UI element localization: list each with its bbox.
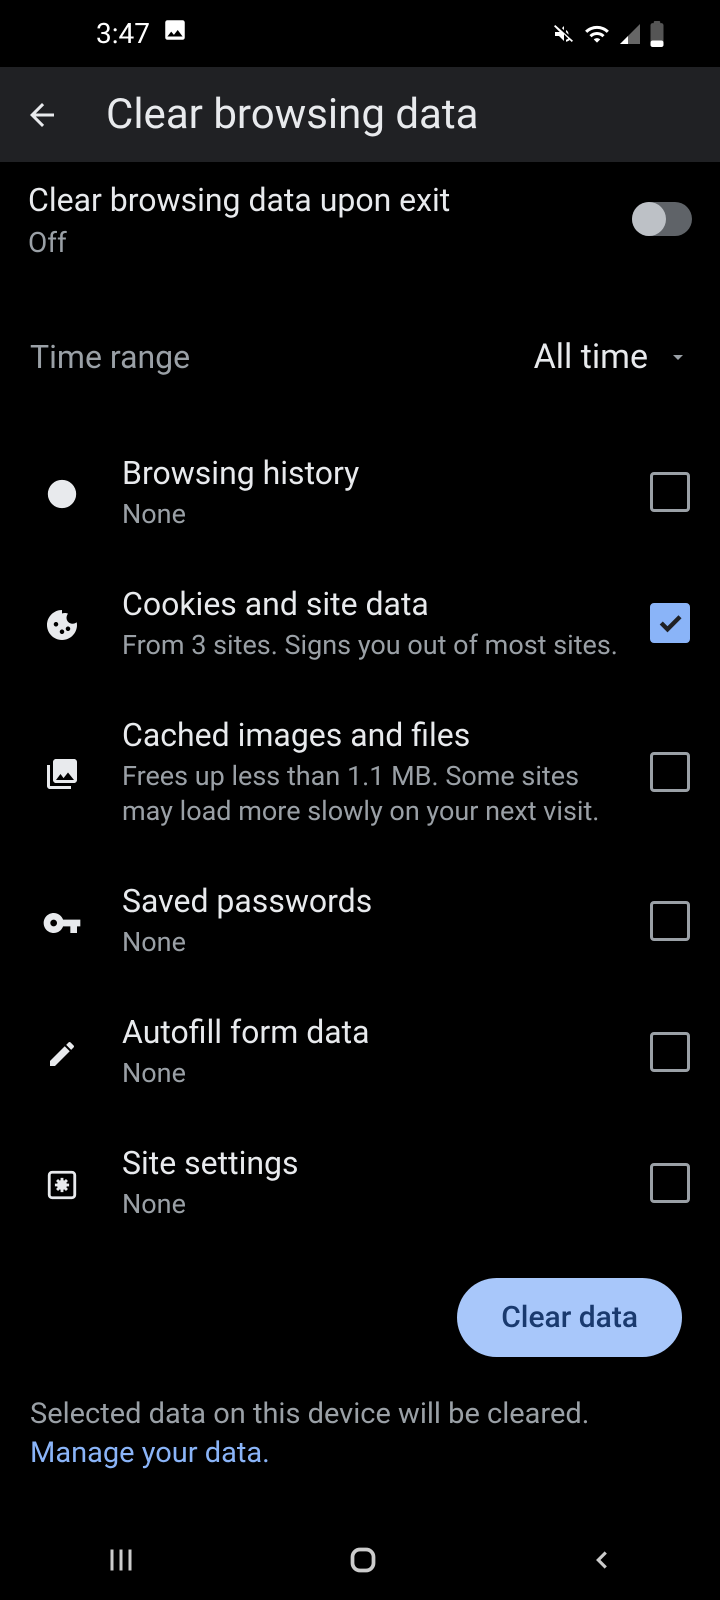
back-button[interactable] [18, 91, 66, 139]
pencil-icon [28, 1034, 96, 1070]
item-title: Cached images and files [122, 715, 630, 755]
item-checkbox[interactable] [650, 1032, 690, 1072]
clear-data-button[interactable]: Clear data [457, 1278, 682, 1357]
item-subtitle: From 3 sites. Signs you out of most site… [122, 628, 630, 663]
footer-text: Selected data on this device will be cle… [0, 1367, 720, 1483]
item-subtitle: None [122, 497, 630, 532]
clear-on-exit-row[interactable]: Clear browsing data upon exit Off [0, 162, 720, 277]
item-checkbox[interactable] [650, 901, 690, 941]
item-site-settings[interactable]: Site settings None [0, 1117, 720, 1248]
wifi-icon [584, 21, 610, 47]
item-autofill[interactable]: Autofill form data None [0, 986, 720, 1117]
time-range-label: Time range [30, 338, 534, 376]
action-row: Clear data [0, 1248, 720, 1367]
item-checkbox[interactable] [650, 603, 690, 643]
status-time: 3:47 [96, 17, 150, 50]
item-checkbox[interactable] [650, 752, 690, 792]
app-bar: Clear browsing data [0, 67, 720, 162]
clear-on-exit-state: Off [28, 226, 632, 259]
manage-data-link[interactable]: Manage your data. [30, 1436, 270, 1470]
item-subtitle: None [122, 1056, 630, 1091]
mute-icon [552, 22, 576, 46]
home-button[interactable] [345, 1542, 381, 1578]
page-title: Clear browsing data [106, 90, 478, 139]
status-left: 3:47 [96, 17, 188, 50]
item-browsing-history[interactable]: Browsing history None [0, 427, 720, 558]
clear-on-exit-switch[interactable] [632, 202, 692, 236]
item-subtitle: Frees up less than 1.1 MB. Some sites ma… [122, 759, 630, 829]
cookie-icon [28, 603, 96, 643]
item-checkbox[interactable] [650, 1163, 690, 1203]
item-title: Saved passwords [122, 881, 630, 921]
item-saved-passwords[interactable]: Saved passwords None [0, 855, 720, 986]
battery-icon [650, 21, 664, 47]
item-title: Autofill form data [122, 1012, 630, 1052]
item-title: Cookies and site data [122, 584, 630, 624]
item-title: Site settings [122, 1143, 630, 1183]
recents-button[interactable] [103, 1542, 139, 1578]
nav-bar [0, 1520, 720, 1600]
item-cookies[interactable]: Cookies and site data From 3 sites. Sign… [0, 558, 720, 689]
status-right [552, 21, 664, 47]
clock-icon [28, 473, 96, 511]
item-subtitle: None [122, 925, 630, 960]
image-icon [28, 752, 96, 792]
time-range-selector[interactable]: Time range All time [0, 277, 720, 407]
chevron-down-icon [666, 345, 690, 369]
signal-icon [618, 22, 642, 46]
time-range-value: All time [534, 337, 648, 377]
key-icon [28, 899, 96, 943]
screenshot-icon [162, 17, 188, 50]
item-checkbox[interactable] [650, 472, 690, 512]
gear-card-icon [28, 1164, 96, 1202]
back-nav-button[interactable] [587, 1545, 617, 1575]
item-subtitle: None [122, 1187, 630, 1222]
clear-on-exit-title: Clear browsing data upon exit [28, 180, 632, 222]
content: Clear browsing data upon exit Off Time r… [0, 162, 720, 1484]
data-type-list: Browsing history None Cookies and site d… [0, 407, 720, 1249]
status-bar: 3:47 [0, 0, 720, 67]
footer-message: Selected data on this device will be cle… [30, 1397, 589, 1431]
item-title: Browsing history [122, 453, 630, 493]
item-cached-images[interactable]: Cached images and files Frees up less th… [0, 689, 720, 855]
